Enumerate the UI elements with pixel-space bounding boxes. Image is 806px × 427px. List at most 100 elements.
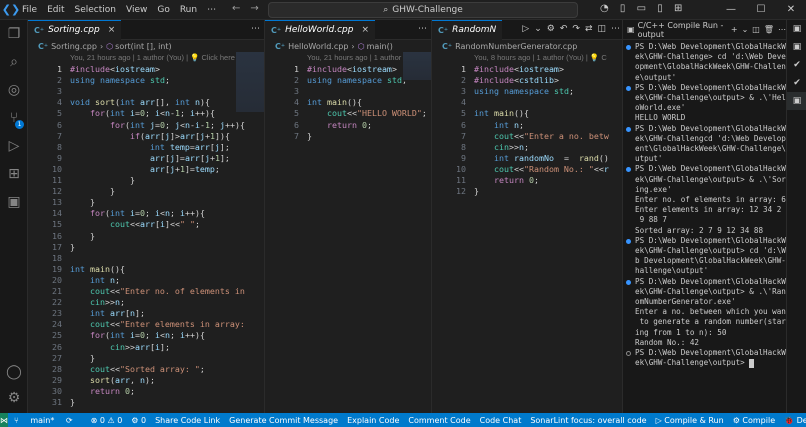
more-terminal-actions-icon[interactable]: ⋯: [778, 25, 786, 34]
menu-item[interactable]: Go: [157, 5, 169, 15]
kill-terminal-icon[interactable]: 🗑: [764, 25, 774, 34]
breadcrumb-file[interactable]: RandomNumberGenerator.cpp: [455, 42, 577, 51]
code-line[interactable]: cout<<"Enter elements in array:: [70, 319, 245, 329]
close-tab-icon[interactable]: ×: [361, 25, 369, 35]
breadcrumb-symbol[interactable]: main(): [367, 42, 393, 51]
menu-item[interactable]: Edit: [47, 5, 64, 15]
more-actions-icon[interactable]: ⋯: [611, 24, 620, 34]
status-item[interactable]: 🐞 Debug: [784, 416, 806, 425]
settings-gear-icon[interactable]: ⚙: [0, 384, 28, 412]
tab-helloworld[interactable]: C⁺ HelloWorld.cpp ×: [265, 20, 376, 40]
code-line[interactable]: cout<<"Enter a no. betw: [474, 131, 609, 141]
explorer-icon[interactable]: ❐: [0, 20, 28, 48]
tab-sorting[interactable]: C⁺ Sorting.cpp ×: [28, 20, 122, 40]
compare-icon[interactable]: ⇄: [585, 24, 593, 34]
tab-random[interactable]: C⁺ RandomN: [432, 20, 503, 40]
split-editor-icon[interactable]: ◫: [597, 24, 606, 34]
code-line[interactable]: cin>>n;: [474, 142, 529, 152]
code-line[interactable]: arr[j]=arr[j+1];: [70, 153, 230, 163]
code-line[interactable]: int main(){: [307, 97, 362, 107]
code-line[interactable]: cin>>n;: [70, 297, 125, 307]
menu-item[interactable]: View: [126, 5, 147, 15]
remote-explorer-icon[interactable]: ▣: [0, 188, 28, 216]
customize-layout-icon[interactable]: ⊞: [674, 3, 682, 14]
menu-item[interactable]: Run: [180, 5, 197, 15]
toggle-panel-icon[interactable]: ▭: [637, 3, 646, 14]
settings-icon[interactable]: ⚙: [547, 24, 555, 34]
toggle-sidebar-icon[interactable]: ▯: [620, 3, 626, 14]
close-button[interactable]: ✕: [776, 0, 806, 20]
remote-indicator-icon[interactable]: ⋈: [0, 413, 8, 427]
task-check-icon[interactable]: ✔: [787, 74, 806, 92]
code-line[interactable]: cout<<"Random No.: "<<r: [474, 164, 609, 174]
go-back-icon[interactable]: ↶: [560, 24, 568, 34]
more-actions-icon[interactable]: ⋯: [418, 24, 427, 34]
code-line[interactable]: }: [70, 397, 75, 407]
code-line[interactable]: cout<<"HELLO WORLD";: [307, 108, 427, 118]
split-terminal-icon[interactable]: ◫: [752, 25, 760, 34]
code-line[interactable]: }: [70, 175, 135, 185]
code-line[interactable]: using namespace std;: [474, 86, 574, 96]
code-line[interactable]: }: [70, 186, 115, 196]
menu-item[interactable]: File: [22, 5, 37, 15]
minimap[interactable]: [403, 52, 431, 80]
git-blame-annotation[interactable]: You, 21 hours ago | 1 author (You) | 💡 C…: [70, 53, 239, 62]
command-decoration-icon[interactable]: [626, 279, 631, 285]
command-decoration-icon[interactable]: [626, 351, 631, 357]
status-item[interactable]: Explain Code: [347, 416, 399, 425]
task-check-icon[interactable]: ✔: [787, 56, 806, 74]
command-decoration-icon[interactable]: [626, 45, 631, 50]
code-line[interactable]: using namespace std;: [70, 75, 170, 85]
copilot-icon[interactable]: ◔: [600, 3, 609, 14]
code-line[interactable]: return 0;: [474, 175, 539, 185]
go-forward-icon[interactable]: ↷: [572, 24, 580, 34]
command-decoration-icon[interactable]: [626, 85, 631, 91]
code-line[interactable]: if(arr[j]>arr[j+1]){: [70, 131, 230, 141]
code-line[interactable]: for(int j=0; j<n-i-1; j++){: [70, 120, 245, 130]
minimize-button[interactable]: —: [716, 0, 746, 20]
back-arrow-icon[interactable]: ←: [232, 3, 240, 14]
code-line[interactable]: for(int i=0; i<n; i++){: [70, 208, 205, 218]
status-item[interactable]: Code Chat: [480, 416, 522, 425]
code-line[interactable]: for(int i=0; i<n-1; i++){: [70, 108, 215, 118]
branch-indicator[interactable]: ⑂ main* ⟳: [14, 416, 82, 425]
breadcrumb-file[interactable]: HelloWorld.cpp: [288, 42, 348, 51]
terminal-list-icon[interactable]: ▣: [787, 38, 806, 56]
status-item[interactable]: SonarLint focus: overall code: [530, 416, 646, 425]
git-blame-annotation[interactable]: You, 8 hours ago | 1 author (You) | 💡 C: [474, 53, 607, 62]
terminal-title[interactable]: C/C++ Compile Run - output: [638, 21, 727, 39]
minimap[interactable]: [236, 52, 264, 112]
code-line[interactable]: }: [474, 186, 479, 196]
toggle-secondary-sidebar-icon[interactable]: ▯: [657, 3, 663, 14]
code-line[interactable]: int arr[n];: [70, 308, 145, 318]
code-line[interactable]: int n;: [474, 120, 524, 130]
new-terminal-icon[interactable]: +: [731, 25, 738, 34]
code-line[interactable]: int main(){: [70, 264, 125, 274]
code-line[interactable]: #include<iostream>: [474, 64, 564, 74]
status-item[interactable]: Generate Commit Message: [229, 416, 338, 425]
breadcrumb-symbol[interactable]: sort(int [], int): [115, 42, 171, 51]
errors-warnings[interactable]: ⊗ 0 ⚠ 0: [91, 416, 123, 425]
status-item[interactable]: ⚙ Compile: [733, 416, 775, 425]
code-line[interactable]: return 0;: [307, 120, 372, 130]
account-icon[interactable]: ◯: [0, 358, 28, 386]
search-icon[interactable]: ⌕: [0, 48, 28, 76]
source-control-icon[interactable]: ⑂ 1: [0, 104, 28, 132]
code-line[interactable]: int randomNo = rand(): [474, 153, 609, 163]
command-center-search[interactable]: ⌕ GHW-Challenge: [268, 2, 578, 18]
code-line[interactable]: cout<<"Sorted array: ";: [70, 364, 205, 374]
command-decoration-icon[interactable]: [626, 126, 631, 132]
code-line[interactable]: return 0;: [70, 386, 135, 396]
code-line[interactable]: #include<cstdlib>: [474, 75, 559, 85]
close-tab-icon[interactable]: ×: [108, 25, 116, 35]
status-item[interactable]: ▷ Compile & Run: [656, 416, 724, 425]
code-line[interactable]: for(int i=0; i<n; i++){: [70, 330, 205, 340]
ports-indicator[interactable]: ⚙ 0: [131, 416, 146, 425]
breadcrumb-file[interactable]: Sorting.cpp: [51, 42, 97, 51]
more-actions-icon[interactable]: ⋯: [251, 24, 260, 34]
code-line[interactable]: }: [70, 353, 95, 363]
code-line[interactable]: int n;: [70, 275, 120, 285]
terminal-list-icon[interactable]: ▣: [787, 20, 806, 38]
code-line[interactable]: int main(){: [474, 108, 529, 118]
terminal-dropdown-icon[interactable]: ⌄: [742, 25, 749, 34]
